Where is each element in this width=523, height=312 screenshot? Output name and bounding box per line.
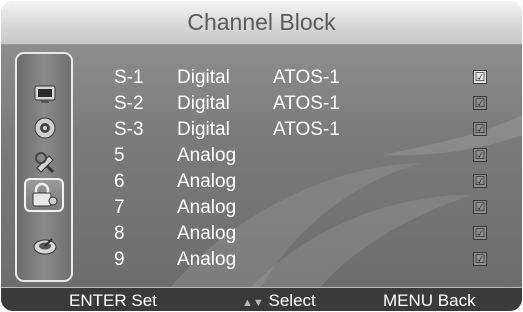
channel-type: Digital xyxy=(177,93,230,114)
block-checkbox[interactable]: ☑ xyxy=(473,174,487,188)
channel-type: Digital xyxy=(177,119,230,140)
select-action-label: Select xyxy=(268,291,316,310)
channel-number: 5 xyxy=(114,145,125,166)
block-checkbox[interactable]: ☑ xyxy=(473,226,487,240)
enter-key-label: ENTER xyxy=(69,291,127,310)
channel-number: 6 xyxy=(114,171,125,192)
channel-type: Digital xyxy=(177,67,230,88)
block-checkbox[interactable]: ☑ xyxy=(473,122,487,136)
channel-row[interactable]: 5 Analog ☑ xyxy=(1,145,522,171)
channel-block-window: Channel Block S-1 Digital ATOS-1 ☑ S-2 D… xyxy=(1,1,522,311)
select-hint: ▲▼ Select xyxy=(242,291,316,311)
osd-screen: Channel Block S-1 Digital ATOS-1 ☑ S-2 D… xyxy=(0,0,523,312)
block-checkbox[interactable]: ☑ xyxy=(473,70,487,84)
block-checkbox[interactable]: ☑ xyxy=(473,252,487,266)
up-down-arrows-icon: ▲▼ xyxy=(242,297,264,309)
channel-number: S-2 xyxy=(114,93,144,114)
channel-number: S-3 xyxy=(114,119,144,140)
channel-type: Analog xyxy=(177,171,237,192)
channel-type: Analog xyxy=(177,223,237,244)
key-hint-bar: ENTER Set ▲▼ Select MENU Back xyxy=(1,288,522,311)
page-title: Channel Block xyxy=(187,9,336,35)
menu-key-label: MENU xyxy=(383,291,434,310)
channel-number: 9 xyxy=(114,249,125,270)
channel-row[interactable]: 9 Analog ☑ xyxy=(1,249,522,275)
enter-action-label: Set xyxy=(131,291,157,310)
channel-type: Analog xyxy=(177,197,237,218)
channel-type: Analog xyxy=(177,145,237,166)
enter-key-hint: ENTER Set xyxy=(69,291,157,311)
title-bar: Channel Block xyxy=(1,1,522,45)
channel-row[interactable]: 6 Analog ☑ xyxy=(1,171,522,197)
channel-name: ATOS-1 xyxy=(273,93,340,114)
channel-name: ATOS-1 xyxy=(273,67,340,88)
channel-name: ATOS-1 xyxy=(273,119,340,140)
block-checkbox[interactable]: ☑ xyxy=(473,200,487,214)
menu-key-hint: MENU Back xyxy=(383,291,476,311)
channel-row[interactable]: S-2 Digital ATOS-1 ☑ xyxy=(1,93,522,119)
block-checkbox[interactable]: ☑ xyxy=(473,96,487,110)
channel-number: 8 xyxy=(114,223,125,244)
block-checkbox[interactable]: ☑ xyxy=(473,148,487,162)
channel-row[interactable]: 8 Analog ☑ xyxy=(1,223,522,249)
back-action-label: Back xyxy=(437,291,476,310)
channel-number: S-1 xyxy=(114,67,144,88)
channel-number: 7 xyxy=(114,197,125,218)
channel-row[interactable]: 7 Analog ☑ xyxy=(1,197,522,223)
channel-row[interactable]: S-3 Digital ATOS-1 ☑ xyxy=(1,119,522,145)
channel-row[interactable]: S-1 Digital ATOS-1 ☑ xyxy=(1,67,522,93)
channel-type: Analog xyxy=(177,249,237,270)
menu-body: S-1 Digital ATOS-1 ☑ S-2 Digital ATOS-1 … xyxy=(1,45,522,287)
